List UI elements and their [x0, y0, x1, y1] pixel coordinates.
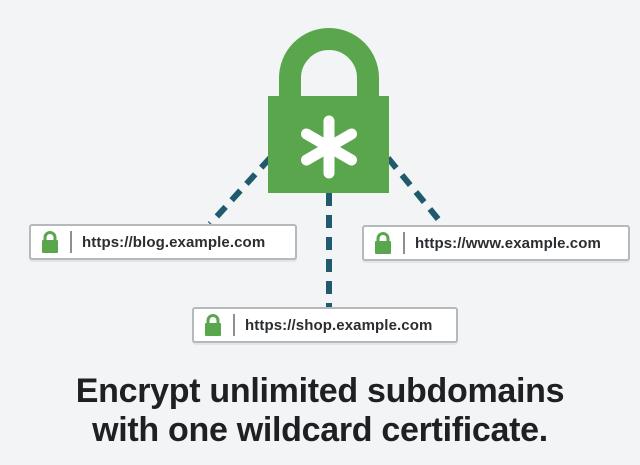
lock-icon [205, 314, 221, 336]
address-bar-www: https://www.example.com [362, 225, 630, 261]
padlock-asterisk-icon [268, 28, 389, 193]
headline-line-2: with one wildcard certificate. [92, 411, 548, 449]
connector-line-blog [207, 155, 273, 227]
headline-line-1: Encrypt unlimited subdomains [75, 372, 565, 410]
address-divider [403, 232, 405, 254]
url-text: https://www.example.com [415, 234, 601, 252]
url-text: https://blog.example.com [82, 233, 266, 251]
address-bar-blog: https://blog.example.com [29, 224, 297, 260]
address-divider [233, 314, 235, 336]
padlock-shackle [279, 28, 379, 98]
connector-line-www [385, 156, 446, 227]
lock-icon [42, 231, 58, 253]
headline: Encrypt unlimited subdomains with one wi… [0, 372, 640, 450]
address-divider [70, 231, 72, 253]
lock-icon [375, 232, 391, 254]
url-text: https://shop.example.com [245, 316, 433, 334]
address-bar-shop: https://shop.example.com [192, 307, 458, 343]
